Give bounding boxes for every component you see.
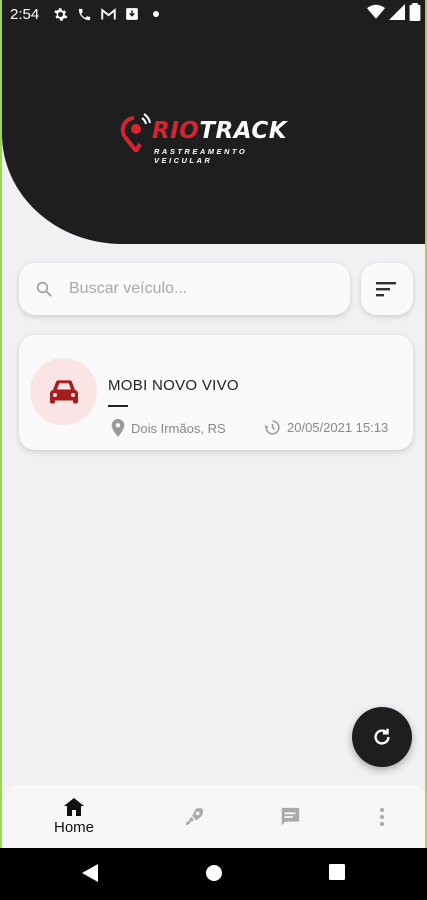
home-icon <box>64 797 84 816</box>
recents-square-icon <box>329 864 345 880</box>
nav-messages[interactable] <box>270 785 310 848</box>
divider <box>108 405 128 407</box>
vehicle-name: MOBI NOVO VIVO <box>108 377 239 394</box>
refresh-icon <box>374 728 390 745</box>
car-icon <box>49 379 78 403</box>
search-bar[interactable] <box>19 263 350 315</box>
nav-more[interactable] <box>362 785 402 848</box>
bottom-navigation: Home <box>4 785 425 848</box>
nav-home-label: Home <box>53 818 94 836</box>
logo-subtitle: RASTREAMENTO VEICULAR <box>154 147 248 165</box>
location-pin-icon <box>111 419 125 437</box>
status-time: 2:54 <box>10 5 40 23</box>
nav-home[interactable]: Home <box>44 785 104 848</box>
clock-history-icon <box>264 420 280 435</box>
vehicle-location: Dois Irmãos, RS <box>111 419 226 437</box>
system-navigation-bar <box>0 848 427 900</box>
status-bar: 2:54 <box>2 0 425 28</box>
dot-icon <box>147 5 165 23</box>
refresh-button[interactable] <box>352 707 412 767</box>
app-frame: 2:54 RIOTRACK RASTREAMENTO VEICULAR Busc… <box>0 0 427 848</box>
home-system-button[interactable] <box>205 864 223 887</box>
signal-icon <box>389 4 405 24</box>
message-icon <box>281 807 300 825</box>
sort-icon <box>376 282 396 297</box>
battery-icon <box>409 3 421 25</box>
vehicle-avatar <box>30 358 97 425</box>
vehicle-card[interactable]: MOBI NOVO VIVO Dois Irmãos, RS 20/05/202… <box>19 335 413 450</box>
phone-icon <box>75 5 93 23</box>
nav-rocket[interactable] <box>174 785 214 848</box>
vehicle-datetime: 20/05/2021 15:13 <box>264 419 388 436</box>
vehicle-datetime-text: 20/05/2021 15:13 <box>287 420 389 435</box>
rocket-icon <box>185 807 203 825</box>
search-icon <box>36 281 52 297</box>
filter-button[interactable] <box>361 263 413 315</box>
logo-wordmark: RIOTRACK <box>152 118 288 144</box>
home-circle-icon <box>206 865 222 881</box>
riotrack-logo: RIOTRACK RASTREAMENTO VEICULAR <box>120 112 310 165</box>
gear-icon <box>51 5 69 23</box>
back-triangle-icon <box>82 864 98 882</box>
more-vert-icon <box>380 807 384 826</box>
search-input[interactable] <box>69 280 319 298</box>
vehicle-location-text: Dois Irmãos, RS <box>131 420 226 436</box>
wifi-icon <box>367 4 385 24</box>
download-box-icon <box>123 5 141 23</box>
gmail-icon <box>99 5 117 23</box>
back-button[interactable] <box>82 864 98 887</box>
recents-button[interactable] <box>329 864 345 885</box>
